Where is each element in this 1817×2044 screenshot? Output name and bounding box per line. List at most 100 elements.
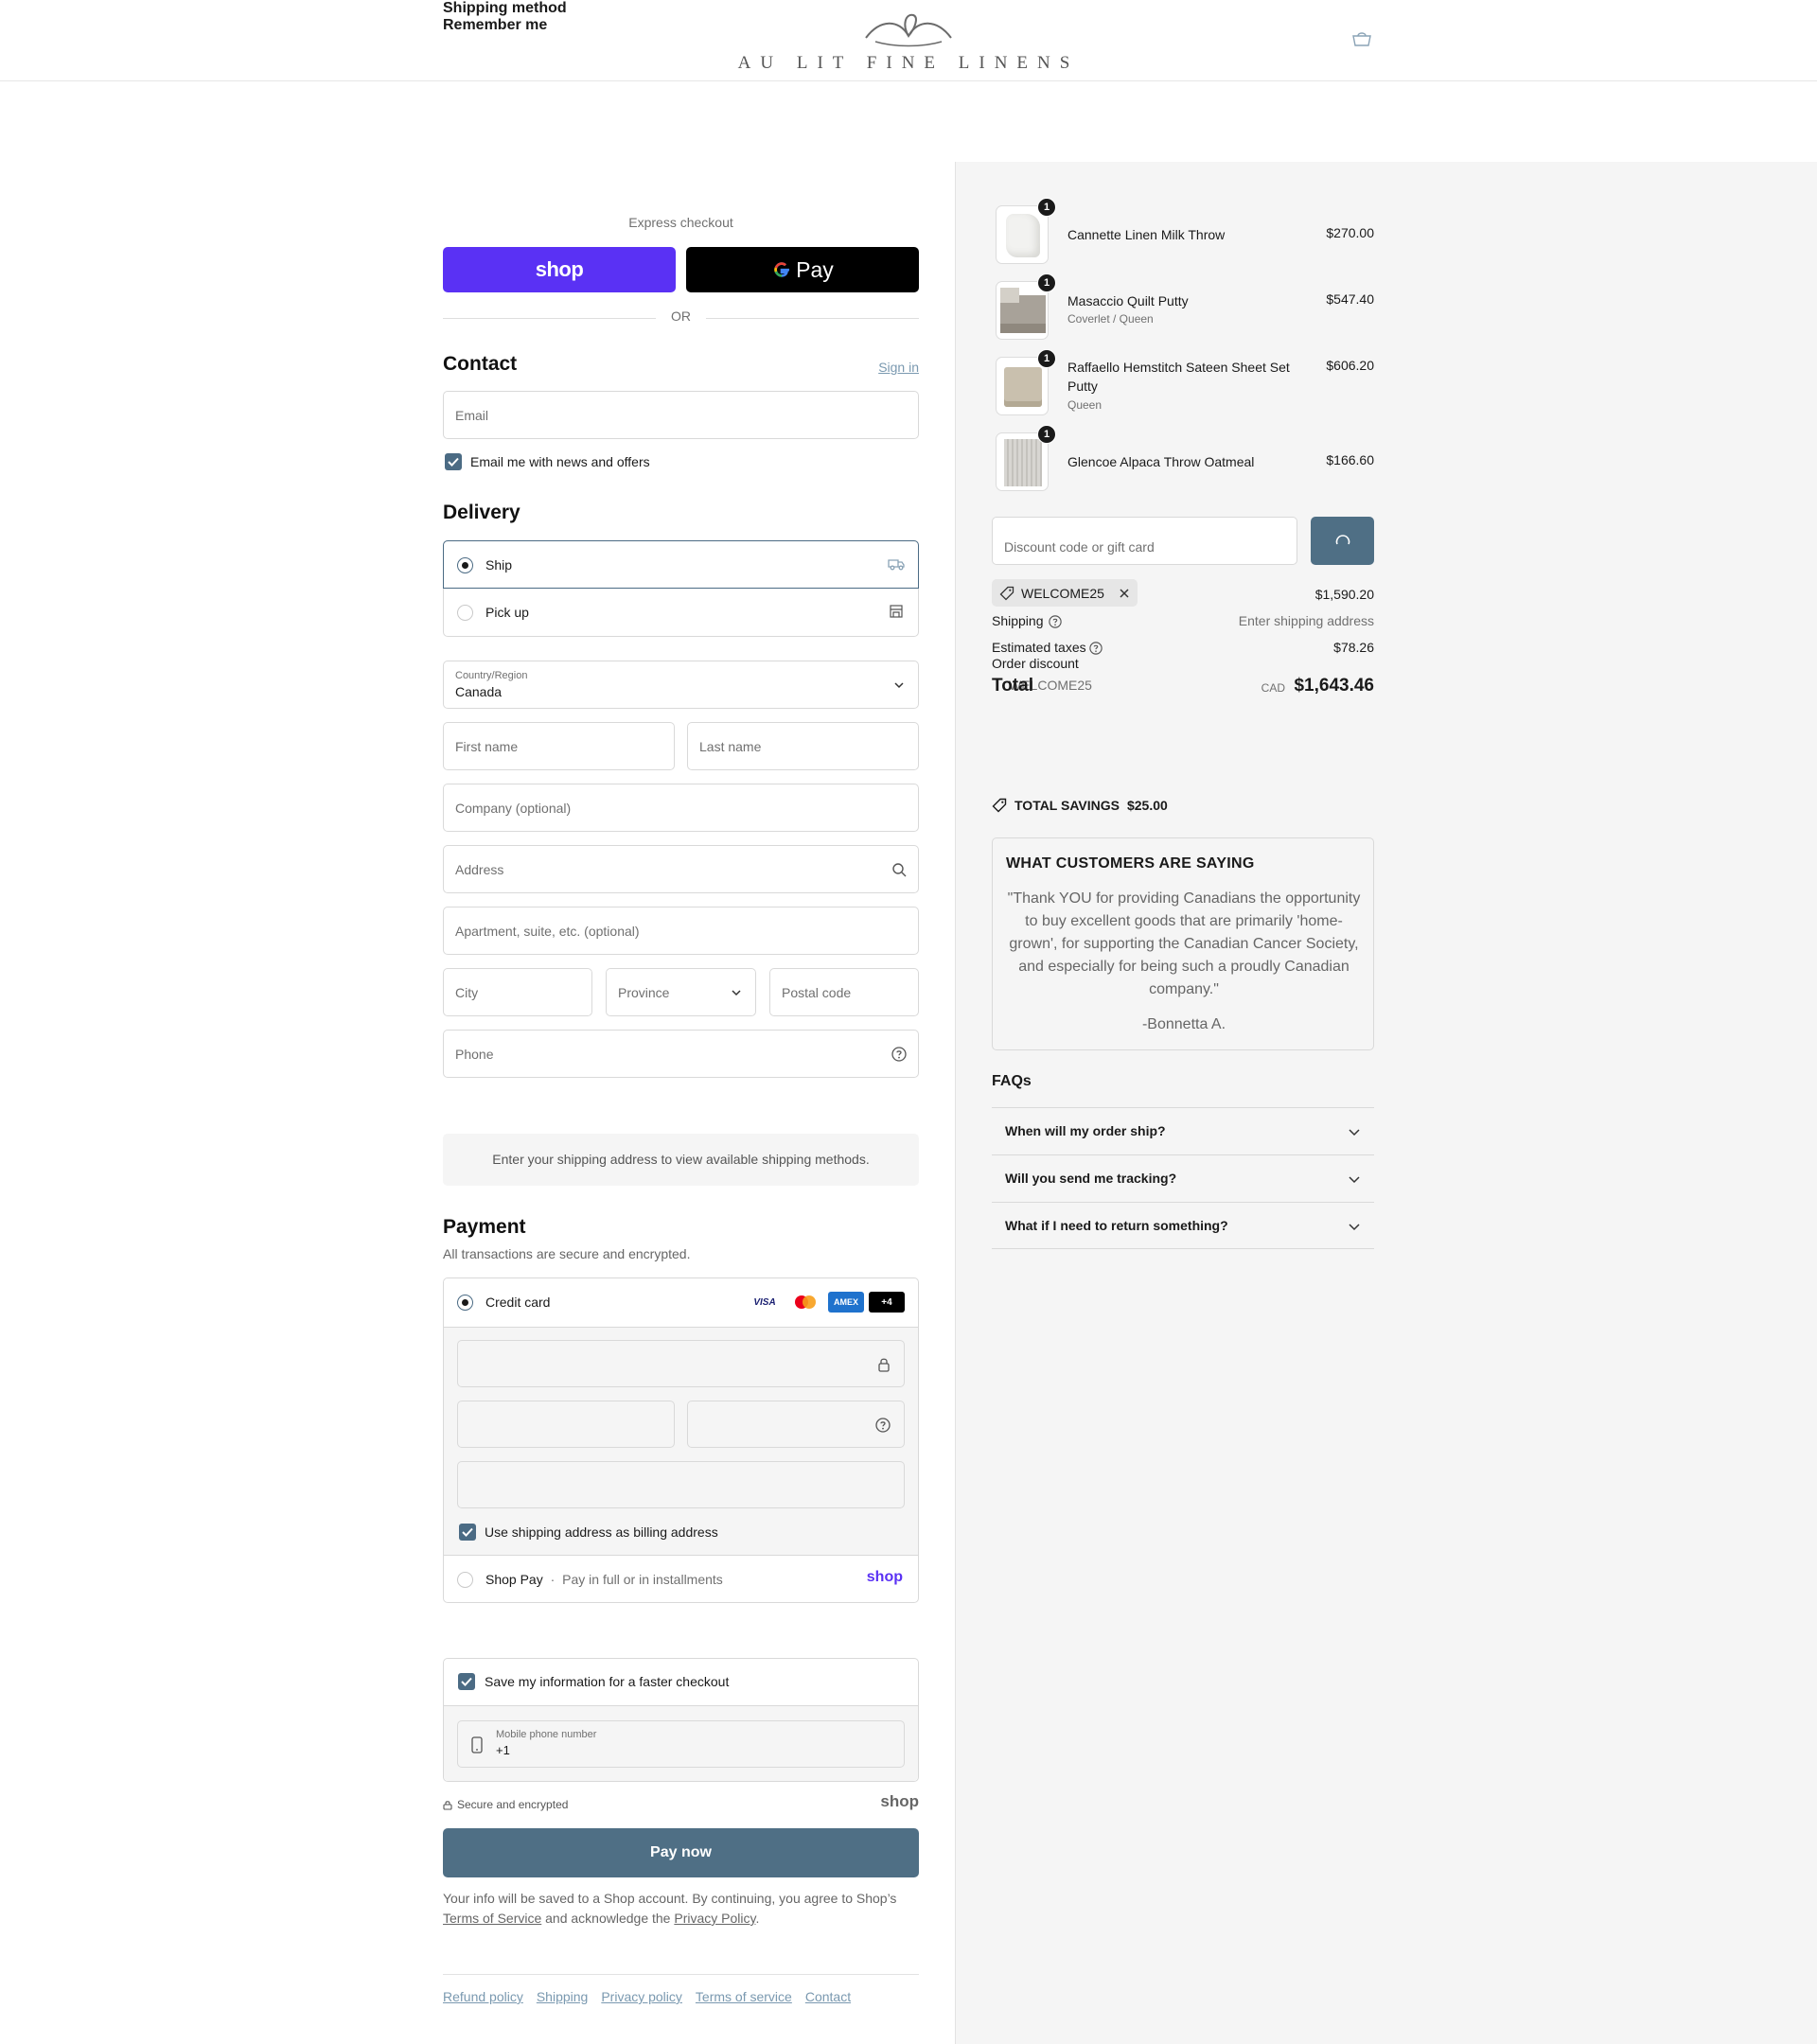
email-field[interactable]: Email (443, 391, 919, 439)
faq-item[interactable]: What if I need to return something? (992, 1202, 1374, 1249)
privacy-policy-footer-link[interactable]: Privacy policy (601, 1989, 682, 2004)
secure-text: Secure and encrypted (457, 1798, 569, 1811)
ship-radio[interactable] (457, 557, 473, 573)
shop-pay-logo: shop (535, 257, 584, 281)
help-circle-icon[interactable] (891, 1047, 907, 1062)
help-circle-icon[interactable] (1089, 642, 1103, 655)
sign-in-link[interactable]: Sign in (878, 360, 919, 375)
item-variant: Coverlet / Queen (1067, 312, 1154, 326)
save-info-label: Save my information for a faster checkou… (485, 1674, 730, 1689)
first-name-field[interactable]: First name (443, 722, 675, 770)
payment-option-shop-pay[interactable]: Shop Pay · Pay in full or in installment… (444, 1556, 918, 1603)
chevron-down-icon (1349, 1176, 1360, 1184)
ship-label: Ship (485, 557, 513, 573)
name-on-card-field[interactable] (457, 1461, 905, 1508)
quantity-badge: 1 (1037, 273, 1056, 292)
tag-icon (999, 586, 1014, 600)
remember-me-box: Save my information for a faster checkou… (443, 1658, 919, 1782)
credit-card-form: Use shipping address as billing address (444, 1327, 918, 1556)
chevron-down-icon (894, 682, 904, 689)
line-item: 1 Glencoe Alpaca Throw Oatmeal $166.60 (992, 425, 1374, 491)
legal-middle: and acknowledge the (541, 1911, 675, 1926)
payment-option-credit-card[interactable]: Credit card VISA AMEX +4 (444, 1278, 918, 1327)
phone-field[interactable]: Phone (443, 1030, 919, 1078)
legal-suffix: . (755, 1911, 760, 1926)
last-name-field[interactable]: Last name (687, 722, 919, 770)
footer-links: Refund policy Shipping Privacy policy Te… (443, 1989, 851, 2004)
contact-link[interactable]: Contact (805, 1989, 851, 2004)
google-pay-label: Pay (796, 256, 834, 282)
company-field[interactable]: Company (optional) (443, 784, 919, 832)
close-icon[interactable] (1119, 588, 1130, 599)
shop-pay-button[interactable]: shop (443, 247, 676, 292)
last-name-placeholder: Last name (699, 739, 762, 754)
faqs-heading: FAQs (992, 1073, 1032, 1089)
shopping-bag-icon (1352, 32, 1371, 46)
billing-same-checkbox[interactable] (459, 1524, 476, 1541)
apartment-field[interactable]: Apartment, suite, etc. (optional) (443, 907, 919, 955)
card-number-field[interactable] (457, 1340, 905, 1387)
help-circle-icon[interactable] (1049, 615, 1062, 628)
savings-label: TOTAL SAVINGS (1014, 798, 1120, 813)
mobile-phone-value: +1 (496, 1743, 510, 1757)
shipping-method-heading: Shipping method (443, 0, 567, 16)
faq-item[interactable]: When will my order ship? (992, 1107, 1374, 1154)
help-circle-icon[interactable] (875, 1418, 891, 1433)
testimonial-author: -Bonnetta A. (1141, 1016, 1226, 1032)
search-icon (892, 863, 907, 877)
credit-card-radio[interactable] (457, 1295, 473, 1311)
postal-code-field[interactable]: Postal code (769, 968, 919, 1016)
country-select[interactable]: Country/Region Canada (443, 661, 919, 709)
phone-placeholder: Phone (455, 1047, 494, 1062)
mobile-phone-label: Mobile phone number (496, 1729, 597, 1740)
order-discount-row: Order discount (992, 656, 1374, 671)
apply-discount-button[interactable] (1311, 517, 1374, 565)
or-text: OR (671, 308, 691, 324)
shipping-method-note: Enter your shipping address to view avai… (443, 1134, 919, 1186)
pay-now-button[interactable]: Pay now (443, 1828, 919, 1877)
checkmark-icon (462, 1527, 473, 1537)
shop-pay-radio[interactable] (457, 1572, 473, 1588)
line-item: 1 Masaccio Quilt Putty Coverlet / Queen … (992, 273, 1374, 340)
payment-method-group: Credit card VISA AMEX +4 Use shipping ad… (443, 1278, 919, 1603)
item-name: Raffaello Hemstitch Sateen Sheet Set Put… (1067, 360, 1290, 394)
faq-item[interactable]: Will you send me tracking? (992, 1154, 1374, 1202)
shop-pay-logo: shop (866, 1569, 903, 1585)
news-checkbox[interactable] (445, 453, 462, 470)
mobile-phone-field[interactable]: Mobile phone number +1 (457, 1720, 905, 1768)
discount-placeholder: Discount code or gift card (1004, 539, 1155, 555)
more-cards-badge: +4 (869, 1292, 905, 1313)
delivery-option-pickup[interactable]: Pick up (444, 589, 918, 636)
address-field[interactable]: Address (443, 845, 919, 893)
card-expiry-field[interactable] (457, 1401, 675, 1448)
refund-policy-link[interactable]: Refund policy (443, 1989, 523, 2004)
province-select[interactable]: Province (606, 968, 756, 1016)
delivery-option-ship[interactable]: Ship (443, 540, 919, 589)
shop-logo: shop (880, 1792, 919, 1810)
applied-code: WELCOME25 (1021, 585, 1104, 601)
card-cvv-field[interactable] (687, 1401, 905, 1448)
shipping-link[interactable]: Shipping (537, 1989, 589, 2004)
pickup-radio[interactable] (457, 605, 473, 621)
google-pay-button[interactable]: Pay (686, 247, 919, 292)
city-field[interactable]: City (443, 968, 592, 1016)
lock-icon (878, 1358, 890, 1372)
item-name: Masaccio Quilt Putty (1067, 293, 1189, 308)
country-label: Country/Region (455, 670, 528, 681)
payment-heading: Payment (443, 1216, 526, 1238)
privacy-policy-link[interactable]: Privacy Policy (674, 1911, 755, 1926)
save-info-checkbox[interactable] (458, 1673, 475, 1690)
chevron-down-icon (1349, 1129, 1360, 1137)
item-price: $270.00 (1326, 225, 1374, 240)
discount-code-field[interactable]: Discount code or gift card (992, 517, 1297, 565)
item-price: $606.20 (1326, 358, 1374, 373)
quantity-badge: 1 (1037, 425, 1056, 444)
terms-of-service-link[interactable]: Terms of Service (443, 1911, 541, 1926)
faq-question: What if I need to return something? (1005, 1218, 1228, 1233)
cart-button[interactable] (1351, 30, 1374, 49)
terms-of-service-footer-link[interactable]: Terms of service (696, 1989, 792, 2004)
subtotal-value: $1,590.20 (1314, 587, 1374, 602)
checkmark-icon (461, 1677, 472, 1686)
testimonial-card: WHAT CUSTOMERS ARE SAYING "Thank YOU for… (992, 837, 1374, 1050)
credit-card-label: Credit card (485, 1295, 551, 1310)
